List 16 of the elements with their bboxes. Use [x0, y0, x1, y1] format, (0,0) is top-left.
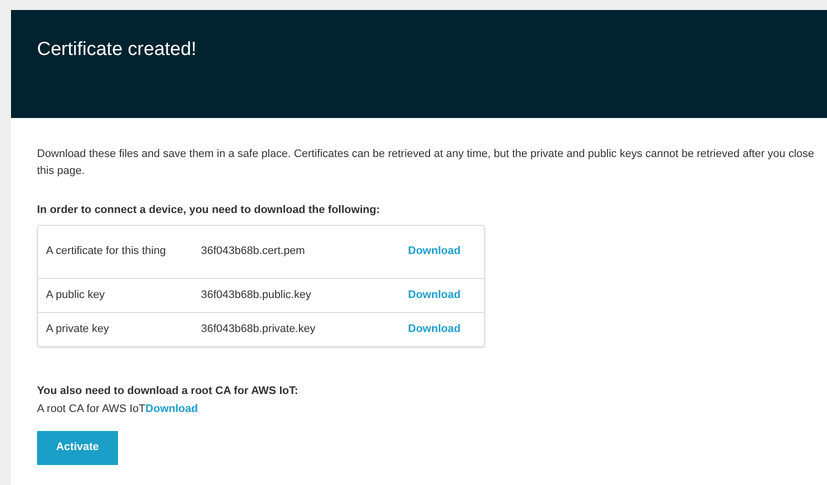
download-link[interactable]: Download	[145, 401, 198, 418]
table-cell: 36f043b68b.cert.pem	[201, 245, 305, 258]
intro-text: Download these files and save them in a safe place. Certificates can be retrieved at any time, but the private and public keys cannot be retrieved after you close this page.	[37, 147, 816, 179]
table-cell: A public key	[46, 288, 105, 300]
table-cell: 36f043b68b.private.key	[201, 322, 316, 335]
table-cell: A certificate for this thing	[46, 245, 166, 257]
table-cell: A private key	[46, 322, 109, 334]
section-heading: In order to connect a device, you need to download the following:	[37, 203, 380, 218]
download-link[interactable]: Download	[408, 286, 461, 304]
root-ca-label: A root CA for AWS IoT	[37, 402, 146, 417]
page-title: Certificate created!	[37, 38, 196, 62]
download-link[interactable]: Download	[408, 320, 461, 338]
section-heading: You also need to download a root CA for AWS IoT:	[37, 384, 298, 398]
activate-button[interactable]: Activate	[37, 430, 118, 464]
table-cell: 36f043b68b.public.key	[201, 288, 312, 301]
download-link[interactable]: Download	[408, 243, 461, 260]
